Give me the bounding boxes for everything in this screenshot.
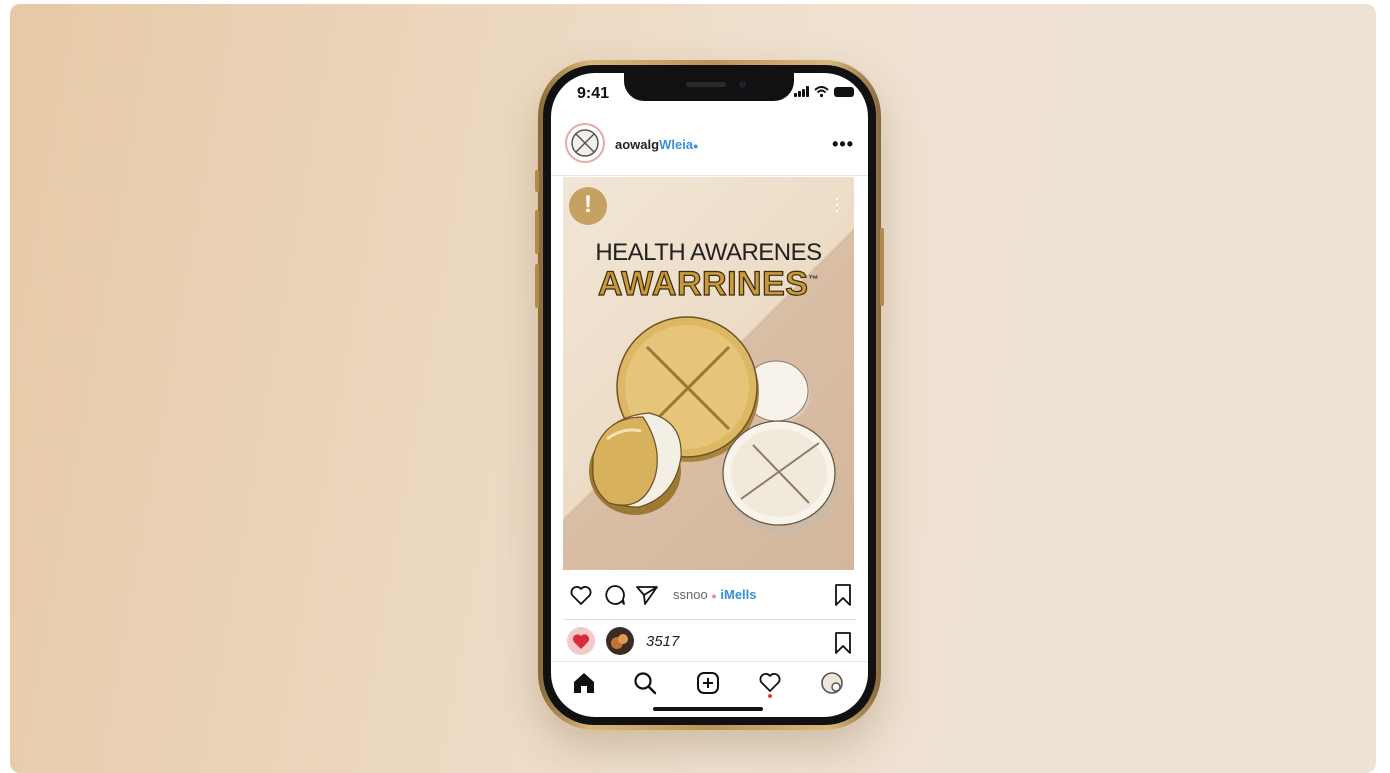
search-icon[interactable] (632, 670, 658, 696)
silent-switch (535, 170, 539, 192)
pills-illustration (589, 316, 840, 533)
pill-logo-icon (571, 129, 599, 157)
username-suffix: Wleia (659, 137, 694, 152)
liked-by-prefix: ssnoo (673, 587, 708, 602)
profile-icon[interactable] (819, 670, 845, 696)
volume-down-button (535, 264, 539, 308)
post-header: aowalgWleia● ••• (551, 113, 868, 176)
heart-icon[interactable] (569, 583, 593, 607)
like-count[interactable]: 3517 (646, 633, 679, 650)
liked-by-name: iMells (720, 587, 757, 602)
likes-row: 3517 (551, 623, 868, 661)
username-prefix: aowalg (615, 137, 660, 152)
status-time: 9:41 (577, 85, 610, 102)
battery-icon (834, 86, 854, 97)
heart-filled-icon (572, 634, 590, 649)
verified-dot: ● (693, 141, 699, 151)
phone-frame: 9:41 aowalgWleia● ••• ! · · · HEALTH AWA… (535, 60, 884, 730)
username[interactable]: aowalgWleia● (615, 137, 698, 152)
home-indicator[interactable] (653, 707, 763, 711)
comment-icon[interactable] (603, 583, 627, 607)
send-icon[interactable] (635, 583, 659, 607)
post-image[interactable]: ! · · · HEALTH AWARENES AWARRINES™ (563, 177, 854, 570)
bookmark-icon[interactable] (832, 631, 854, 655)
bookmark-icon[interactable] (832, 583, 854, 607)
volume-up-button (535, 210, 539, 254)
more-options-button[interactable]: ••• (832, 134, 854, 155)
liker-avatar-1[interactable] (567, 627, 595, 655)
heart-icon[interactable] (757, 670, 783, 700)
phone-screen: 9:41 aowalgWleia● ••• ! · · · HEALTH AWA… (551, 73, 868, 717)
status-icons (794, 86, 854, 97)
pill-avatar-icon (611, 634, 628, 649)
power-button (880, 228, 884, 306)
bottom-tab-bar (551, 661, 868, 702)
background: 9:41 aowalgWleia● ••• ! · · · HEALTH AWA… (10, 4, 1376, 773)
post-action-bar: ssnoo ● iMells (551, 575, 868, 615)
liked-by-text[interactable]: ssnoo ● iMells (673, 587, 757, 602)
add-post-icon[interactable] (695, 670, 721, 696)
front-camera (739, 81, 746, 88)
home-icon[interactable] (571, 670, 597, 696)
speaker-grille (686, 82, 726, 87)
divider (563, 619, 856, 620)
liked-by-dot: ● (711, 591, 717, 601)
signal-icon (794, 86, 809, 97)
liker-avatar-2[interactable] (606, 627, 634, 655)
wifi-icon (814, 86, 829, 97)
profile-avatar[interactable] (565, 123, 605, 163)
notch (624, 73, 794, 101)
